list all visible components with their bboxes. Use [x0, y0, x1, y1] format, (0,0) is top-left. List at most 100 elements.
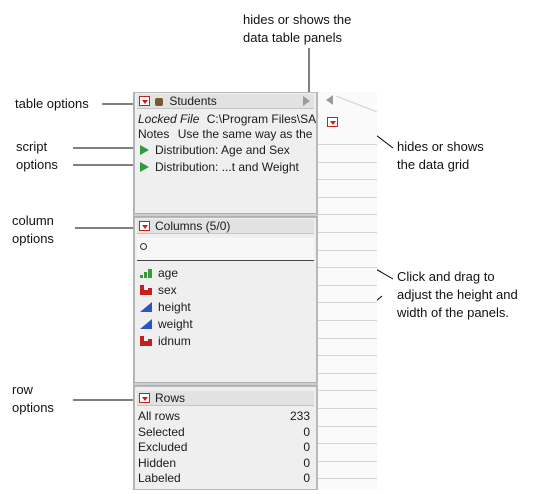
nominal-icon — [140, 334, 152, 346]
grid-row-line — [318, 372, 377, 374]
column-name: sex — [158, 283, 177, 297]
notes-row: Notes Use the same way as the — [138, 127, 312, 142]
row-summary-value: 233 — [289, 409, 310, 423]
row-summary-item: Labeled 0 — [138, 471, 310, 487]
annotation-hides-grid: hides or shows the data grid — [397, 138, 484, 174]
column-search-field[interactable] — [137, 238, 314, 261]
table-options-button[interactable] — [139, 96, 150, 106]
annotation-script-options: script options — [16, 138, 58, 174]
row-summary-value: 0 — [303, 455, 310, 470]
row-summary-value: 0 — [303, 424, 310, 439]
row-summary-value: 0 — [303, 471, 310, 485]
grid-row-line — [318, 144, 377, 145]
column-name: height — [158, 300, 191, 314]
grid-row-line — [318, 249, 377, 251]
row-summary-value: 0 — [303, 440, 310, 454]
annotation-line: adjust the height and — [397, 287, 518, 302]
run-script-icon[interactable] — [140, 145, 149, 155]
annotation-line: hides or shows the — [243, 12, 352, 27]
grid-row-line — [318, 267, 377, 269]
row-summary-item: Hidden 0 — [138, 456, 310, 472]
annotation-line: the data grid — [397, 157, 470, 172]
row-summary-list: All rows 233 Selected 0 Excluded 0 Hidden 0 Labe… — [138, 409, 310, 487]
annotation-line: data table panels — [243, 30, 343, 45]
script-label: Distribution: Age and Sex — [155, 143, 290, 157]
annotation-row-options: row options — [12, 381, 54, 417]
grid-row-line — [318, 196, 377, 198]
column-item[interactable]: height — [140, 299, 193, 316]
grid-row-line — [318, 337, 377, 339]
column-list: age sex height weight idnum — [140, 265, 193, 350]
grid-row-line — [318, 390, 377, 392]
grid-row-line — [318, 320, 377, 321]
ordinal-icon — [140, 266, 152, 278]
rows-title: Rows — [155, 391, 186, 405]
grid-row-line — [318, 478, 377, 480]
row-summary-label: Selected — [138, 424, 185, 439]
search-icon — [140, 243, 147, 250]
annotation-line: options — [12, 400, 54, 415]
locked-file-path: C:\Program Files\SA — [206, 112, 317, 126]
grid-row-line — [318, 302, 377, 304]
table-panels: Students Locked File C:\Program Files\SA… — [133, 92, 317, 490]
row-summary-item: Selected 0 — [138, 425, 310, 441]
script-item[interactable]: Distribution: ...t and Weight — [140, 160, 299, 175]
annotation-line: Click and drag to — [397, 269, 495, 284]
locked-file-label: Locked File — [138, 112, 200, 126]
grid-row-line — [318, 214, 377, 216]
table-panel: Students Locked File C:\Program Files\SA… — [134, 92, 317, 214]
continuous-icon — [140, 317, 152, 329]
grid-options-button[interactable] — [327, 117, 338, 127]
grid-row-line — [318, 460, 377, 462]
table-panel-header: Students — [137, 94, 314, 109]
column-item[interactable]: sex — [140, 282, 193, 299]
row-summary-item: All rows 233 — [138, 409, 310, 425]
column-item[interactable]: age — [140, 265, 193, 282]
column-options-button[interactable] — [139, 221, 150, 231]
table-title: Students — [169, 94, 217, 108]
script-label: Distribution: ...t and Weight — [155, 160, 299, 174]
column-item[interactable]: idnum — [140, 333, 193, 350]
row-summary-label: All rows — [138, 409, 181, 423]
continuous-icon — [140, 300, 152, 312]
annotation-line: options — [16, 157, 58, 172]
hide-panels-toggle-icon[interactable] — [303, 96, 310, 106]
lock-icon — [155, 98, 163, 106]
column-item[interactable]: weight — [140, 316, 193, 333]
notes-label: Notes — [138, 127, 170, 141]
annotation-line: column — [12, 213, 54, 228]
column-name: weight — [158, 317, 193, 331]
grid-row-line — [318, 161, 377, 163]
grid-row-line — [318, 443, 377, 445]
column-name: age — [158, 266, 179, 280]
row-summary-label: Excluded — [138, 440, 188, 454]
data-grid-area — [317, 92, 377, 490]
grid-row-line — [318, 179, 377, 181]
columns-title: Columns (5/0) — [155, 219, 231, 233]
columns-panel-header: Columns (5/0) — [137, 219, 314, 234]
row-summary-label: Labeled — [138, 471, 181, 485]
script-item[interactable]: Distribution: Age and Sex — [140, 143, 290, 158]
row-summary-label: Hidden — [138, 455, 177, 470]
row-summary-item: Excluded 0 — [138, 440, 310, 456]
annotation-line: width of the panels. — [397, 305, 510, 320]
annotation-click-drag: Click and drag to adjust the height and … — [397, 268, 518, 322]
row-options-button[interactable] — [139, 393, 150, 403]
run-script-icon[interactable] — [140, 162, 149, 172]
grid-row-line — [318, 408, 377, 409]
notes-value: Use the same way as the — [177, 127, 313, 141]
rows-panel-header: Rows — [137, 391, 314, 406]
locked-file-row: Locked File C:\Program Files\SA — [138, 112, 316, 127]
grid-corner-line — [335, 95, 377, 112]
columns-panel: Columns (5/0) age sex height weight idnum — [134, 217, 317, 383]
grid-row-line — [318, 425, 377, 427]
annotation-line: script — [16, 139, 48, 154]
annotation-line: hides or shows — [397, 139, 484, 154]
grid-row-line — [318, 284, 377, 286]
rows-panel: Rows All rows 233 Selected 0 Excluded 0 Hidden… — [134, 386, 317, 490]
column-search-input[interactable] — [151, 240, 305, 258]
grid-row-line — [318, 355, 377, 357]
annotation-hides-panels: hides or shows the data table panels — [243, 11, 351, 47]
column-name: idnum — [158, 334, 191, 348]
grid-row-line — [318, 232, 377, 233]
